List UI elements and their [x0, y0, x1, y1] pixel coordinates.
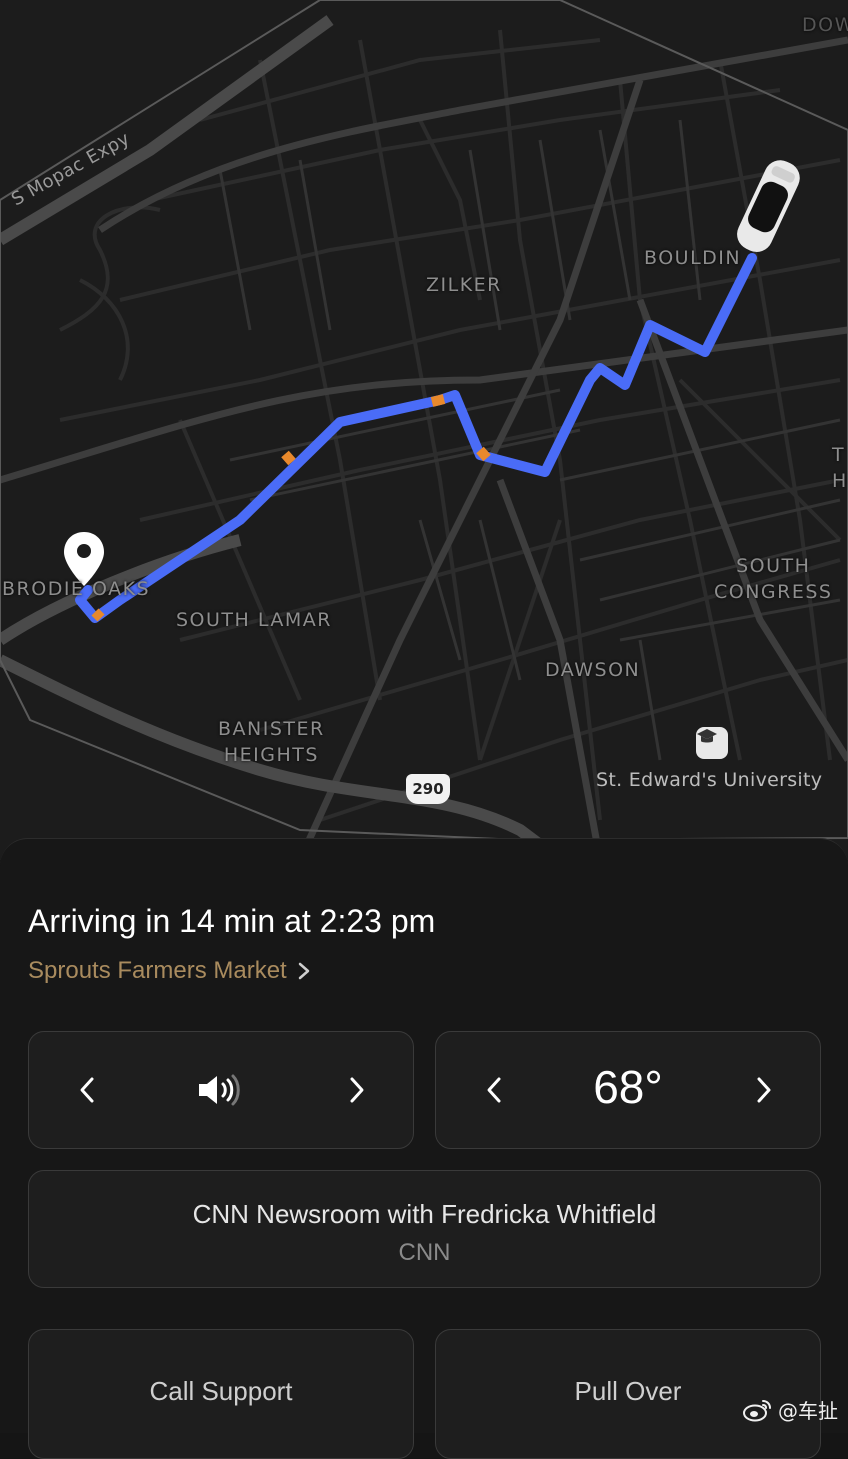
area-label-banister-heights: BANISTER HEIGHTS	[218, 718, 325, 766]
chevron-right-icon	[757, 1077, 771, 1103]
chevron-left-icon	[80, 1077, 94, 1103]
map-view[interactable]: S Mopac Expy ZILKER BOULDIN BRODIE OAKS …	[0, 0, 848, 860]
congestion-segment	[281, 450, 296, 466]
temperature-control: 68°	[435, 1031, 821, 1149]
temperature-up-button[interactable]	[744, 1070, 784, 1110]
pull-over-button[interactable]: Pull Over	[435, 1329, 821, 1459]
media-card[interactable]: CNN Newsroom with Fredricka Whitfield CN…	[28, 1170, 821, 1288]
weibo-logo-icon	[743, 1399, 771, 1421]
area-label-brodie-oaks: BRODIE OAKS	[2, 578, 151, 600]
area-label-bouldin: BOULDIN	[644, 247, 742, 269]
congestion-segment	[430, 394, 446, 407]
media-station: CNN	[398, 1239, 451, 1266]
area-label-south-congress: SOUTH CONGRESS	[714, 555, 833, 603]
call-support-button[interactable]: Call Support	[28, 1329, 414, 1459]
volume-control	[28, 1031, 414, 1149]
chevron-right-icon	[350, 1077, 364, 1103]
volume-up-button[interactable]	[337, 1070, 377, 1110]
poi-label-university: St. Edward's University	[596, 769, 823, 791]
congestion-segment	[91, 608, 105, 622]
area-label-downtown: DOW	[802, 14, 848, 36]
area-label-dawson: DAWSON	[545, 659, 641, 681]
graduation-cap-icon	[696, 727, 728, 759]
watermark-text: @车扯	[778, 1399, 838, 1423]
area-label-south-lamar: SOUTH LAMAR	[176, 609, 332, 631]
speaker-icon	[197, 1072, 241, 1113]
highway-shield: 290	[406, 774, 450, 804]
media-title: CNN Newsroom with Fredricka Whitfield	[192, 1199, 657, 1229]
chevron-right-icon	[298, 962, 309, 980]
call-support-label: Call Support	[149, 1376, 293, 1406]
watermark: @车扯	[742, 1395, 838, 1424]
route-line	[75, 253, 757, 623]
area-label-edge: H	[832, 470, 848, 492]
area-label-edge: T	[832, 444, 846, 466]
destination-link[interactable]: Sprouts Farmers Market	[28, 957, 311, 985]
congestion-segment	[476, 446, 491, 462]
trip-panel: Arriving in 14 min at 2:23 pm Sprouts Fa…	[0, 838, 848, 1459]
volume-down-button[interactable]	[67, 1070, 107, 1110]
destination-name: Sprouts Farmers Market	[28, 957, 287, 984]
arrival-time: Arriving in 14 min at 2:23 pm	[28, 903, 436, 939]
area-label-zilker: ZILKER	[426, 274, 502, 296]
